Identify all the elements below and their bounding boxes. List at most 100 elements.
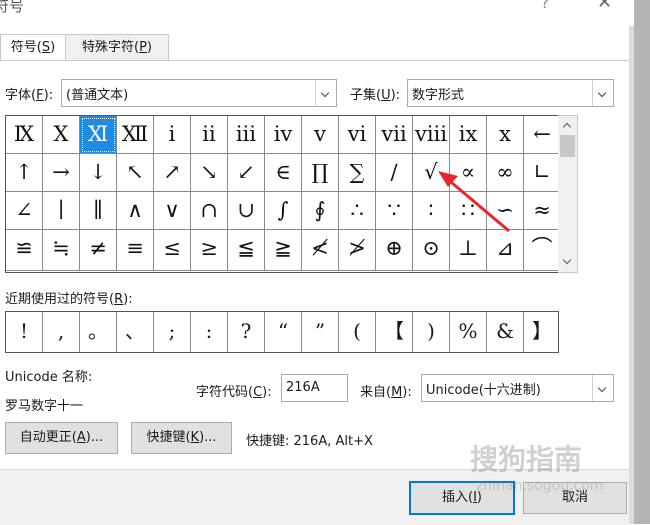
symbol-cell[interactable]: ∈ bbox=[265, 154, 302, 192]
symbol-cell[interactable]: ⅱ bbox=[191, 116, 228, 154]
symbol-cell[interactable]: ⊥ bbox=[450, 230, 487, 271]
symbol-cell[interactable]: ∠ bbox=[6, 192, 43, 230]
recent-symbol-cell[interactable]: , bbox=[43, 312, 80, 352]
recent-symbol-cell[interactable]: ? bbox=[228, 312, 265, 352]
symbol-cell[interactable]: ≈ bbox=[524, 192, 560, 230]
tab-special-characters[interactable]: 特殊字符(P) bbox=[65, 34, 169, 61]
symbol-cell[interactable]: ∑ bbox=[339, 154, 376, 192]
scroll-down-icon[interactable] bbox=[558, 253, 577, 271]
symbol-cell[interactable]: ⅷ bbox=[413, 116, 450, 154]
tab-symbols[interactable]: 符号(S) bbox=[0, 34, 66, 62]
symbol-cell[interactable]: ≥ bbox=[191, 230, 228, 271]
symbol-cell[interactable]: ⅵ bbox=[339, 116, 376, 154]
symbol-cell[interactable]: ↑ bbox=[6, 154, 43, 192]
recent-symbol-cell[interactable]: ( bbox=[339, 312, 376, 352]
font-select[interactable]: (普通文本) bbox=[61, 79, 337, 107]
symbol-cell[interactable]: ∥ bbox=[80, 192, 117, 230]
symbol-grid-scrollbar[interactable] bbox=[558, 115, 578, 273]
window-title: 符号 bbox=[0, 0, 25, 15]
symbol-cell[interactable]: ⅳ bbox=[265, 116, 302, 154]
shortcut-key-button[interactable]: 快捷键(K)... bbox=[131, 422, 232, 454]
symbol-cell[interactable]: ⅹ bbox=[487, 116, 524, 154]
symbol-cell[interactable]: ∴ bbox=[339, 192, 376, 230]
symbol-cell[interactable]: ∨ bbox=[154, 192, 191, 230]
symbol-cell[interactable]: → bbox=[43, 154, 80, 192]
tab-symbols-label: 符号(S) bbox=[10, 40, 56, 55]
symbol-cell[interactable]: ↗ bbox=[154, 154, 191, 192]
symbol-cell[interactable]: ∝ bbox=[450, 154, 487, 192]
symbol-cell[interactable]: ≦ bbox=[228, 230, 265, 271]
recent-symbol-cell[interactable]: ” bbox=[302, 312, 339, 352]
symbol-cell[interactable]: Ⅻ bbox=[117, 116, 154, 154]
symbol-cell[interactable]: ∶ bbox=[413, 192, 450, 230]
symbol-cell[interactable]: Ⅹ bbox=[43, 116, 80, 154]
symbol-cell[interactable]: ⊿ bbox=[487, 230, 524, 271]
font-label: 字体(F): bbox=[5, 88, 54, 103]
recent-symbol-cell[interactable]: ; bbox=[154, 312, 191, 352]
symbol-cell[interactable]: ∕ bbox=[376, 154, 413, 192]
symbol-cell[interactable]: ∷ bbox=[450, 192, 487, 230]
symbol-cell[interactable]: ≌ bbox=[6, 230, 43, 271]
recent-symbol-cell[interactable]: “ bbox=[265, 312, 302, 352]
symbol-cell[interactable]: ⅲ bbox=[228, 116, 265, 154]
symbol-cell[interactable]: ∟ bbox=[524, 154, 560, 192]
symbol-cell[interactable]: ⅰ bbox=[154, 116, 191, 154]
symbol-cell[interactable]: ⊙ bbox=[413, 230, 450, 271]
recent-symbol-cell[interactable]: ) bbox=[413, 312, 450, 352]
symbol-cell[interactable]: ⅶ bbox=[376, 116, 413, 154]
symbol-cell[interactable]: ≤ bbox=[154, 230, 191, 271]
chevron-down-icon[interactable] bbox=[592, 375, 613, 401]
from-label: 来自(M): bbox=[360, 385, 412, 400]
symbol-cell[interactable]: Ⅸ bbox=[6, 116, 43, 154]
symbol-cell[interactable]: ∪ bbox=[228, 192, 265, 230]
autocorrect-button[interactable]: 自动更正(A)... bbox=[5, 422, 118, 454]
dialog-edge bbox=[629, 26, 634, 524]
symbol-cell[interactable]: ≡ bbox=[117, 230, 154, 271]
unicode-name-label: Unicode 名称: bbox=[5, 370, 93, 385]
recent-symbol-cell[interactable]: 【 bbox=[376, 312, 413, 352]
recent-symbol-cell[interactable]: 。 bbox=[80, 312, 117, 352]
close-icon[interactable]: ✕ bbox=[597, 0, 612, 13]
from-select[interactable]: Unicode(十六进制) bbox=[421, 374, 614, 402]
symbol-cell[interactable]: ← bbox=[524, 116, 560, 154]
symbol-cell[interactable]: ∞ bbox=[487, 154, 524, 192]
symbol-cell[interactable]: ∽ bbox=[487, 192, 524, 230]
symbol-cell[interactable]: ∏ bbox=[302, 154, 339, 192]
symbol-cell[interactable]: ↘ bbox=[191, 154, 228, 192]
symbol-cell[interactable]: ∮ bbox=[302, 192, 339, 230]
symbol-cell[interactable]: ↖ bbox=[117, 154, 154, 192]
symbol-cell[interactable]: Ⅺ bbox=[80, 116, 117, 154]
symbol-cell[interactable]: ⌒ bbox=[524, 230, 560, 271]
symbol-cell[interactable]: ≮ bbox=[302, 230, 339, 271]
recent-symbol-cell[interactable]: % bbox=[450, 312, 487, 352]
symbol-cell[interactable]: ≠ bbox=[80, 230, 117, 271]
recent-symbol-cell[interactable]: & bbox=[487, 312, 524, 352]
from-value: Unicode(十六进制) bbox=[426, 383, 541, 398]
help-icon[interactable]: ? bbox=[541, 0, 549, 12]
symbol-cell[interactable]: ∫ bbox=[265, 192, 302, 230]
symbol-cell[interactable]: ≧ bbox=[265, 230, 302, 271]
subset-label: 子集(U): bbox=[350, 88, 401, 103]
recent-symbol-cell[interactable]: : bbox=[191, 312, 228, 352]
symbol-cell[interactable]: ≯ bbox=[339, 230, 376, 271]
symbol-cell[interactable]: ∧ bbox=[117, 192, 154, 230]
symbol-cell[interactable]: ⅴ bbox=[302, 116, 339, 154]
chevron-down-icon[interactable] bbox=[592, 80, 613, 106]
symbol-cell[interactable]: ∣ bbox=[43, 192, 80, 230]
recent-symbol-cell[interactable]: 】 bbox=[524, 312, 560, 352]
symbol-cell[interactable]: ⅸ bbox=[450, 116, 487, 154]
symbol-cell[interactable]: ↓ bbox=[80, 154, 117, 192]
scroll-thumb[interactable] bbox=[560, 135, 575, 157]
recent-symbol-cell[interactable]: ! bbox=[6, 312, 43, 352]
symbol-cell[interactable]: ≒ bbox=[43, 230, 80, 271]
symbol-cell[interactable]: ∩ bbox=[191, 192, 228, 230]
chevron-down-icon[interactable] bbox=[315, 80, 336, 106]
char-code-input[interactable]: 216A bbox=[281, 374, 348, 402]
symbol-cell[interactable]: ∵ bbox=[376, 192, 413, 230]
recent-symbol-cell[interactable]: 、 bbox=[117, 312, 154, 352]
symbol-cell[interactable]: ↙ bbox=[228, 154, 265, 192]
scroll-up-icon[interactable] bbox=[558, 116, 577, 134]
symbol-cell[interactable]: √ bbox=[413, 154, 450, 192]
subset-select[interactable]: 数字形式 bbox=[407, 79, 614, 107]
symbol-cell[interactable]: ⊕ bbox=[376, 230, 413, 271]
